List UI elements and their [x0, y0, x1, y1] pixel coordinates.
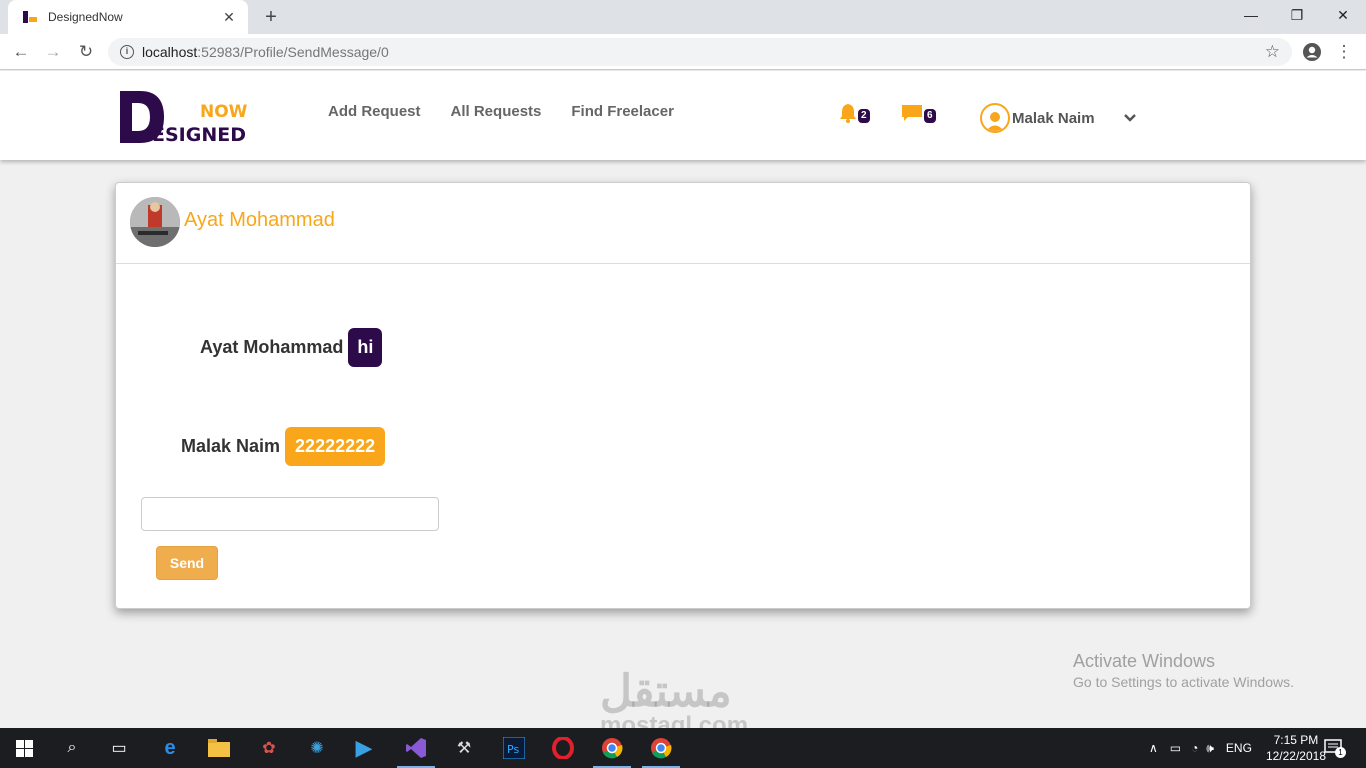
send-button[interactable]: Send [156, 546, 218, 580]
browser-tabbar: DesignedNow ✕ + ― ❐ ✕ [0, 0, 1366, 34]
activate-subtitle: Go to Settings to activate Windows. [1073, 674, 1294, 690]
logo-signed-text: ESIGNED [152, 124, 246, 145]
chrome-icon[interactable] [649, 736, 673, 760]
notifications-badge: 2 [858, 109, 870, 123]
forward-icon[interactable]: → [42, 41, 64, 63]
chevron-up-icon[interactable]: ∧ [1149, 741, 1158, 755]
language-indicator[interactable]: ENG [1226, 741, 1252, 755]
file-explorer-icon[interactable] [207, 736, 231, 760]
new-tab-icon[interactable]: + [258, 4, 284, 30]
contact-avatar [130, 197, 180, 247]
conversation-header: Ayat Mohammad [116, 183, 1250, 264]
media-icon[interactable]: ✺ [305, 736, 329, 760]
designednow-logo[interactable]: NOW ESIGNED [118, 89, 258, 145]
chevron-down-icon[interactable] [1122, 110, 1138, 126]
tab-title: DesignedNow [48, 10, 123, 24]
action-center-badge: 1 [1335, 747, 1346, 758]
url-host: localhost [142, 44, 198, 60]
svg-text:Ps: Ps [507, 743, 519, 756]
browser-toolbar: ← → ↻ i localhost :52983/Profile/SendMes… [0, 34, 1366, 70]
notifications-button[interactable]: 2 [839, 103, 870, 123]
message-bubble: 22222222 [285, 427, 386, 466]
wifi-icon[interactable]: ◔ [1191, 741, 1198, 755]
main-nav: Add Request All Requests Find Freelacer [328, 103, 674, 120]
nav-find-freelancer[interactable]: Find Freelacer [571, 103, 674, 120]
windows-taskbar: ⌕ ▭ e ✿ ✺ ▶ ⚒ Ps ∧ ▭ ◔ 🕪 ENG 7:15 PM 12/… [0, 728, 1366, 768]
edge-icon[interactable]: e [158, 736, 182, 760]
conversation-card: Ayat Mohammad Ayat Mohammad hi Malak Nai… [115, 182, 1251, 609]
back-icon[interactable]: ← [10, 41, 32, 63]
activate-windows-watermark: Activate Windows Go to Settings to activ… [1073, 651, 1294, 690]
window-close-icon[interactable]: ✕ [1320, 0, 1366, 30]
play-icon[interactable]: ▶ [352, 735, 376, 760]
site-favicon-icon [23, 11, 37, 23]
clock-date: 12/22/2018 [1265, 749, 1326, 763]
network-icon[interactable]: ▭ [1170, 741, 1181, 755]
close-icon[interactable]: ✕ [220, 9, 238, 26]
windows-start-icon[interactable] [16, 740, 33, 757]
search-icon[interactable]: ⌕ [60, 736, 84, 760]
bookmark-star-icon[interactable]: ☆ [1265, 42, 1280, 62]
visual-studio-icon[interactable] [404, 736, 428, 760]
user-menu[interactable]: Malak Naim [980, 103, 1095, 133]
paint-icon[interactable]: ✿ [257, 736, 281, 760]
address-bar[interactable]: i localhost :52983/Profile/SendMessage/0… [108, 38, 1292, 66]
menu-kebab-icon[interactable]: ⋮ [1333, 41, 1355, 63]
opera-icon[interactable] [551, 736, 575, 760]
message-sender: Malak Naim [181, 436, 281, 456]
message-input[interactable] [141, 497, 439, 531]
messages-badge: 6 [924, 109, 936, 123]
volume-icon[interactable]: 🕪 [1206, 741, 1214, 756]
message-row: Ayat Mohammad hi [200, 328, 383, 367]
message-row: Malak Naim 22222222 [181, 427, 386, 466]
tools-icon[interactable]: ⚒ [452, 736, 476, 760]
task-view-icon[interactable]: ▭ [107, 736, 131, 760]
activate-title: Activate Windows [1073, 651, 1216, 671]
logo-now-text: NOW [200, 102, 248, 122]
bell-icon [840, 104, 856, 123]
user-avatar-icon [980, 103, 1010, 133]
reload-icon[interactable]: ↻ [75, 41, 97, 63]
nav-add-request[interactable]: Add Request [328, 103, 421, 120]
minimize-icon[interactable]: ― [1228, 0, 1274, 30]
photoshop-icon[interactable]: Ps [502, 736, 526, 760]
clock[interactable]: 7:15 PM 12/22/2018 [1266, 732, 1326, 764]
info-icon[interactable]: i [120, 45, 134, 59]
profile-icon[interactable] [1302, 42, 1322, 62]
user-name: Malak Naim [1012, 109, 1095, 127]
message-bubble: hi [348, 328, 383, 367]
chat-icon [902, 105, 922, 121]
messages-button[interactable]: 6 [901, 103, 936, 123]
contact-name: Ayat Mohammad [184, 209, 335, 231]
restore-icon[interactable]: ❐ [1274, 0, 1320, 30]
chrome-icon[interactable] [600, 736, 624, 760]
url-path: :52983/Profile/SendMessage/0 [197, 44, 389, 60]
nav-all-requests[interactable]: All Requests [451, 103, 542, 120]
browser-tab[interactable]: DesignedNow ✕ [8, 0, 248, 34]
clock-time: 7:15 PM [1273, 733, 1319, 747]
message-sender: Ayat Mohammad [200, 337, 344, 357]
system-tray: ∧ ▭ ◔ 🕪 ENG 7:15 PM 12/22/2018 [1149, 728, 1326, 768]
action-center-icon[interactable]: 1 [1324, 738, 1346, 758]
site-header: NOW ESIGNED Add Request All Requests Fin… [0, 71, 1366, 160]
mostaql-text: مستقل [600, 667, 732, 716]
